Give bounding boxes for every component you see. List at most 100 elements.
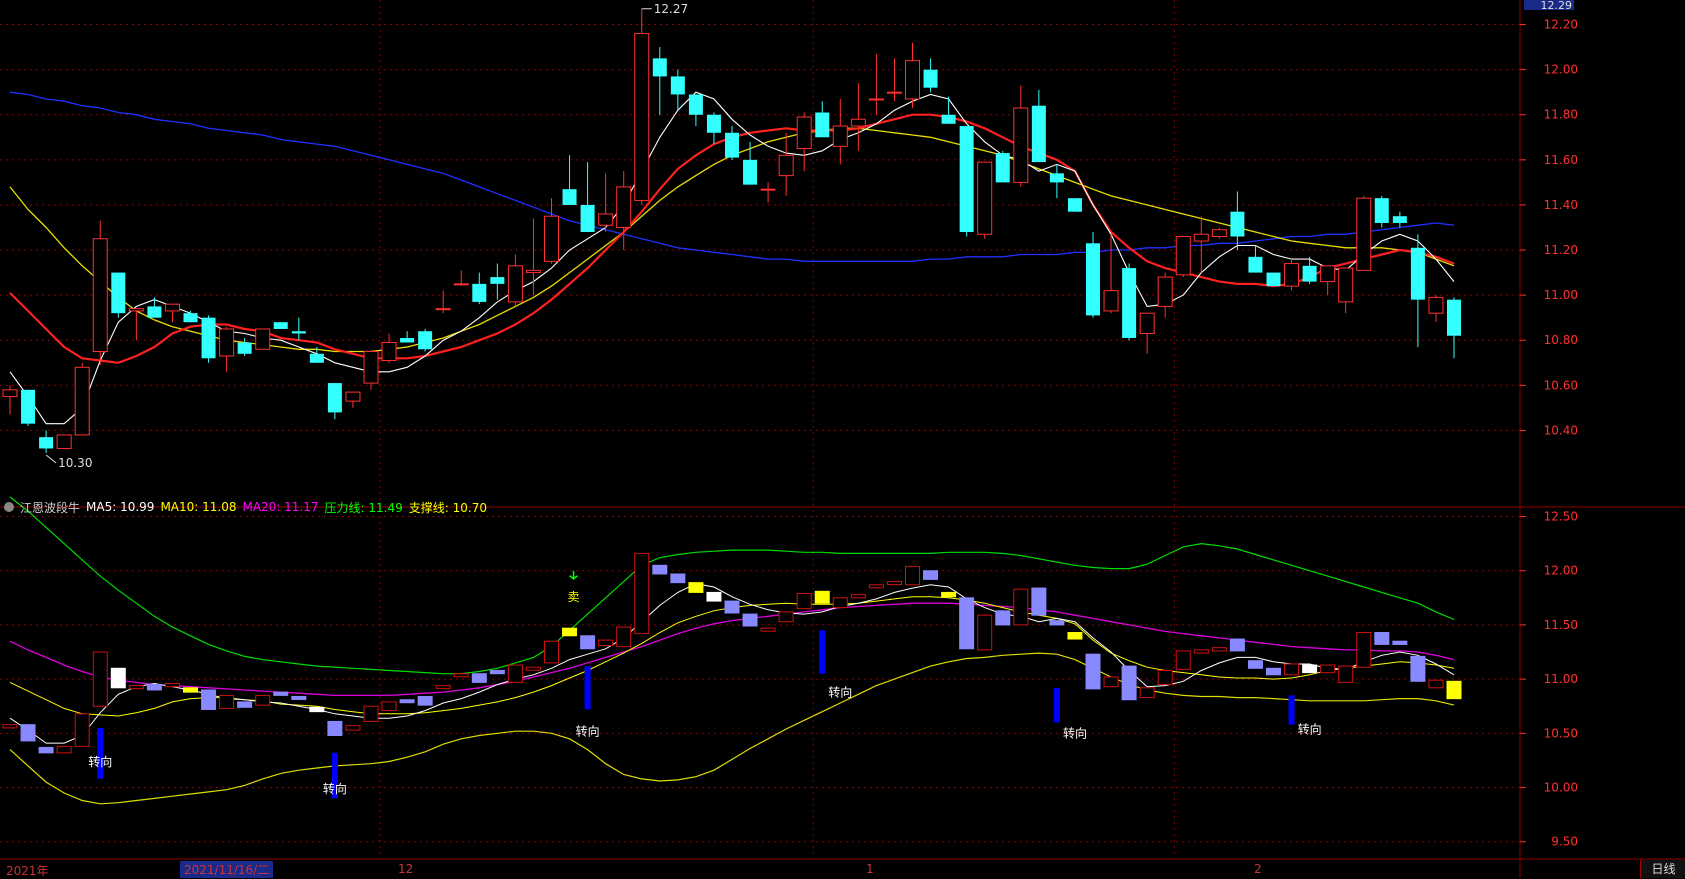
candle-body [128,308,144,312]
candle [544,198,559,264]
candle-body [1266,272,1281,287]
candle [183,310,198,323]
indicator-bar [363,705,379,722]
candle-body [652,58,667,77]
candle-body [634,33,650,201]
candle [1086,232,1100,318]
indicator-bar [616,626,632,648]
indicator-legend: 江恩波段牛 MA5: 10.99 MA10: 11.08 MA20: 11.17… [4,498,487,516]
candle-body [941,114,956,124]
candle [886,58,902,102]
stock-chart[interactable]: 12.2710.30 卖转向转向转向转向转向 转向 10.4010.6010.80… [0,0,1685,878]
candle-body [490,277,505,284]
indicator-bar [796,592,812,610]
tick-label: 11.40 [1544,198,1578,212]
candle-body [1031,105,1046,163]
indicator-bar [1103,676,1119,688]
candle-body [1428,296,1444,314]
sub-bars[interactable] [2,552,1462,799]
candle [363,351,379,390]
tick-label: 11.50 [1544,618,1578,632]
candle [1157,272,1173,318]
candle [400,331,415,343]
candle [760,182,776,203]
turn-signal-bar [584,666,591,710]
candle-body [255,328,271,350]
candle [39,430,54,453]
tick-label: 9.50 [1551,835,1578,849]
indicator-bar [327,720,343,737]
candle-body [327,383,342,413]
candle [1356,195,1372,271]
indicator-bar [1428,679,1444,689]
indicator-bar [868,584,884,589]
candle-body [21,389,36,424]
candle [147,297,162,318]
candle [418,328,433,352]
candle [111,272,126,318]
candle [1447,297,1461,359]
indicator-bar [850,594,866,599]
candle-body [616,186,632,228]
indicator-bar [1067,632,1083,640]
candle-body [832,125,848,147]
indicator-bar [128,685,144,690]
candle-body [1230,211,1245,237]
turn-signal-label: 转向 [828,684,852,699]
candle [435,290,451,314]
candle-body [418,331,433,350]
indicator-bar [471,673,487,683]
candle-body [1049,173,1064,183]
date-cursor-label: 2021/11/16/二 [180,861,274,878]
candle-body [1103,290,1119,312]
indicator-bar [435,685,451,690]
main-candles[interactable] [2,8,1461,453]
indicator-toggle-icon[interactable] [4,502,14,512]
indicator-bar [670,573,686,584]
indicator-bar [219,694,235,709]
candle-body [164,303,180,312]
candle [164,303,180,323]
tick-label: 12.00 [1544,564,1578,578]
candle-body [1356,197,1372,271]
indicator-bar [309,706,325,713]
candle [1122,263,1137,341]
candle-body [670,76,685,95]
candle [743,141,758,185]
candle-body [183,313,198,323]
indicator-name[interactable]: 江恩波段牛 [20,499,80,516]
indicator-bar [74,713,90,747]
candle-body [1211,229,1227,238]
candle [1320,265,1336,296]
tick-label: 11.80 [1544,108,1578,122]
candle-body [39,437,54,449]
candle-body [1284,263,1300,287]
indicator-bar [1211,647,1227,652]
tick-label: 11.00 [1544,672,1578,686]
candle [1302,256,1317,284]
indicator-bar [652,564,668,575]
indicator-bar [634,552,650,635]
date-month-label: 1 [866,862,874,876]
candle-body [905,60,920,100]
tick-label: 10.80 [1544,333,1578,347]
indicator-bar [38,746,54,754]
candle [1374,195,1389,228]
indicator-bar [1446,680,1462,700]
indicator-bar [688,582,704,593]
tick-label: 10.00 [1544,781,1578,795]
candle [725,126,739,160]
legend-support-line: 支撑线: 10.70 [408,500,487,515]
indicator-bar [580,635,596,650]
candle [1266,272,1281,287]
indicator-bar [598,639,614,647]
indicator-bar [1284,663,1300,676]
candle-body [309,353,324,363]
period-button[interactable]: 日线 [1640,860,1685,878]
sell-signal-label: 卖 [568,590,580,604]
candle-body [400,337,415,343]
indicator-bar [1121,665,1137,701]
candle-body [706,114,721,133]
candle [92,220,108,366]
sub-annotations: 卖转向转向转向转向转向 转向 [88,570,1322,796]
